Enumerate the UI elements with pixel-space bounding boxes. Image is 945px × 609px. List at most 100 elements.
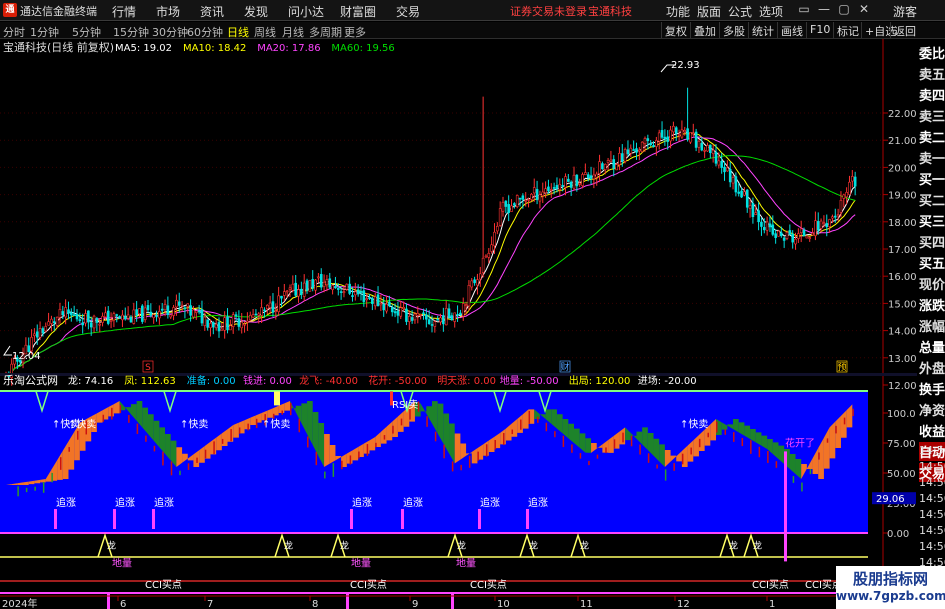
- side-tab-10[interactable]: 买五: [919, 253, 945, 272]
- period-weekly[interactable]: 周线: [254, 24, 276, 40]
- candle-down: [734, 176, 738, 193]
- period-30min[interactable]: 30分钟: [152, 24, 188, 40]
- guest-user[interactable]: 游客: [893, 3, 917, 20]
- candle-down: [802, 229, 806, 237]
- candle-up: [251, 314, 255, 318]
- indicator-tick-label: 100.0: [887, 409, 916, 420]
- candle-down: [561, 185, 564, 187]
- period-5min[interactable]: 5分钟: [72, 24, 101, 40]
- indicator-band-up: [324, 434, 330, 467]
- menu-news[interactable]: 资讯: [200, 3, 224, 20]
- indicator-bar: [230, 429, 232, 442]
- candle-up: [314, 279, 317, 291]
- period-60min[interactable]: 60分钟: [187, 24, 223, 40]
- back-button[interactable]: 返回: [890, 22, 919, 38]
- statistics-button[interactable]: 统计: [748, 22, 777, 38]
- close-icon[interactable]: ✕: [858, 2, 870, 16]
- f10-button[interactable]: F10: [806, 22, 833, 38]
- signal-dragon: 龙: [457, 540, 466, 552]
- candle-up: [44, 326, 48, 332]
- candle-up: [209, 323, 212, 329]
- period-15min[interactable]: 15分钟: [113, 24, 149, 40]
- overlay-button[interactable]: 叠加: [690, 22, 719, 38]
- indicator-bar: [460, 464, 462, 471]
- side-tab-13[interactable]: 涨幅: [919, 316, 945, 335]
- candle-down: [319, 274, 323, 288]
- side-tab-0[interactable]: 委比: [919, 43, 945, 62]
- side-tab-14[interactable]: 总量: [919, 337, 945, 356]
- indicator-bar: [375, 442, 377, 448]
- side-tab-11[interactable]: 现价: [919, 274, 945, 293]
- candle-up: [385, 303, 388, 312]
- candle-down: [410, 317, 414, 321]
- maximize-icon[interactable]: ▢: [838, 2, 850, 16]
- restore-icon[interactable]: ▭: [798, 2, 810, 16]
- indicator-value-7: 地量: -50.00: [500, 374, 559, 387]
- draw-line-button[interactable]: 画线: [777, 22, 806, 38]
- multi-stock-button[interactable]: 多股: [719, 22, 748, 38]
- menu-markets[interactable]: 市场: [156, 3, 180, 20]
- candle-up: [322, 281, 326, 287]
- side-tab-15[interactable]: 外盘: [919, 358, 945, 377]
- indicator-value-1: 凤: 112.63: [124, 375, 176, 387]
- period-monthly[interactable]: 月线: [282, 24, 304, 40]
- period-daily[interactable]: 日线: [227, 24, 249, 40]
- candle-down: [115, 314, 119, 316]
- side-tab-16[interactable]: 换手: [919, 379, 945, 398]
- candle-down: [118, 316, 121, 319]
- candle-up: [444, 308, 448, 326]
- menu-market[interactable]: 行情: [112, 3, 136, 20]
- candle-up: [342, 291, 346, 294]
- watermark-url: www.7gpzb.com: [836, 589, 945, 603]
- candle-up: [214, 323, 218, 329]
- side-tab-9[interactable]: 买四: [919, 232, 945, 251]
- period-intraday[interactable]: 分时: [3, 24, 25, 40]
- side-tab-12[interactable]: 涨跌: [919, 295, 945, 314]
- candle-up: [291, 283, 295, 291]
- candle-up: [799, 228, 803, 234]
- candle-up: [158, 311, 161, 319]
- login-alert[interactable]: 证券交易未登录: [510, 3, 587, 19]
- menu-options[interactable]: 选项: [759, 3, 783, 20]
- candle-down: [226, 316, 229, 331]
- candle-up: [496, 226, 499, 232]
- side-tab-6[interactable]: 买一: [919, 169, 945, 188]
- side-tab-7[interactable]: 买二: [919, 190, 945, 209]
- menu-layout[interactable]: 版面: [697, 3, 721, 20]
- menu-wealth[interactable]: 财富圈: [340, 3, 376, 20]
- candle-up: [572, 174, 576, 189]
- period-more[interactable]: 更多: [344, 24, 366, 40]
- stock-alert[interactable]: 宝通科技: [588, 3, 632, 19]
- ground-bar: [451, 593, 454, 609]
- candle-down: [745, 189, 749, 208]
- menu-discover[interactable]: 发现: [244, 3, 268, 20]
- indicator-bar: [554, 431, 556, 438]
- menu-formula[interactable]: 公式: [728, 3, 752, 20]
- candle-down: [67, 309, 70, 314]
- menu-trade[interactable]: 交易: [396, 3, 420, 20]
- candle-up: [402, 306, 405, 309]
- menu-function[interactable]: 功能: [666, 3, 690, 20]
- chart-area[interactable]: 22.00 21.00 20.00 19.00 18.00 17.00 16.00 15.00…: [0, 39, 917, 609]
- side-tab-18[interactable]: 收益: [919, 421, 945, 440]
- candle-up: [163, 304, 167, 311]
- indicator-bar: [162, 451, 164, 466]
- side-tab-4[interactable]: 卖二: [919, 127, 945, 146]
- candle-up: [558, 184, 562, 191]
- side-tab-1[interactable]: 卖五: [919, 64, 945, 83]
- indicator-bar: [826, 438, 829, 443]
- minimize-icon[interactable]: —: [818, 2, 830, 16]
- side-tab-3[interactable]: 卖三: [919, 106, 945, 125]
- period-multi[interactable]: 多周期: [309, 24, 342, 40]
- mark-button[interactable]: 标记: [833, 22, 862, 38]
- candle-up: [618, 153, 621, 165]
- side-tab-17[interactable]: 净资: [919, 400, 945, 419]
- side-tab-2[interactable]: 卖四: [919, 85, 945, 104]
- candle-up: [92, 315, 96, 329]
- menu-ask[interactable]: 问小达: [288, 3, 324, 20]
- side-tab-5[interactable]: 卖一: [919, 148, 945, 167]
- period-1min[interactable]: 1分钟: [30, 24, 59, 40]
- side-tab-8[interactable]: 买三: [919, 211, 945, 230]
- adjust-button[interactable]: 复权: [661, 22, 690, 38]
- candle-up: [325, 279, 329, 286]
